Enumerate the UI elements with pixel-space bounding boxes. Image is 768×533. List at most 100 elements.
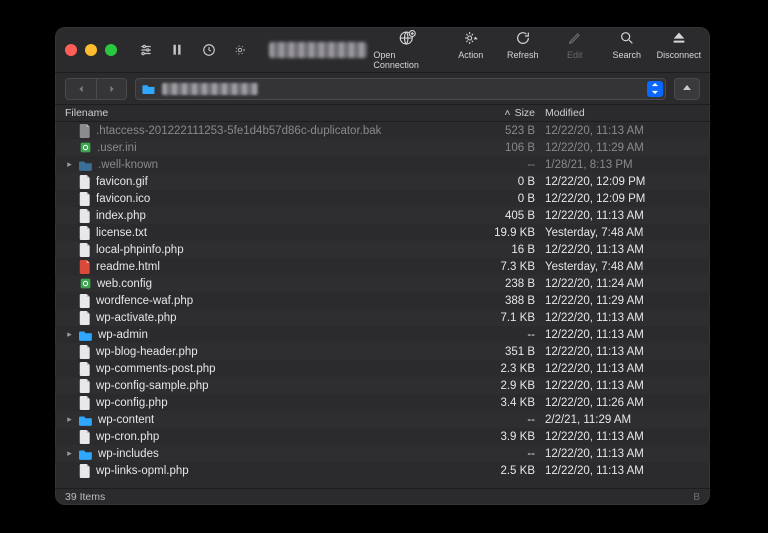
file-row[interactable]: ▸favicon.gif0 B12/22/20, 12:09 PM: [55, 173, 710, 190]
file-icon: [79, 209, 91, 223]
file-row[interactable]: ▸.user.ini106 B12/22/20, 11:29 AM: [55, 139, 710, 156]
disclosure-triangle-icon[interactable]: ▸: [65, 329, 74, 340]
file-name: license.txt: [96, 227, 147, 239]
file-list[interactable]: ▸.htaccess-201222111253-5fe1d4b57d86c-du…: [55, 122, 710, 488]
path-dropdown-toggle[interactable]: [647, 81, 663, 97]
file-row[interactable]: ▸wordfence-waf.php388 B12/22/20, 11:29 A…: [55, 292, 710, 309]
window-title-obscured: [269, 42, 367, 58]
file-row[interactable]: ▸wp-comments-post.php2.3 KB12/22/20, 11:…: [55, 360, 710, 377]
file-row[interactable]: ▸.htaccess-201222111253-5fe1d4b57d86c-du…: [55, 122, 710, 139]
column-headers: Filename ˄ Size Modified: [55, 105, 710, 122]
file-modified: 12/22/20, 11:13 AM: [545, 380, 700, 392]
file-size: 2.5 KB: [485, 465, 545, 477]
disclosure-triangle-icon[interactable]: ▸: [65, 414, 74, 425]
titlebar: Open Connection Action Refresh Edit: [55, 27, 710, 73]
file-row[interactable]: ▸wp-config.php3.4 KB12/22/20, 11:26 AM: [55, 394, 710, 411]
file-icon: [79, 345, 91, 359]
col-size-label: Size: [515, 107, 535, 119]
bonjour-icon[interactable]: [228, 38, 254, 62]
file-icon: [79, 243, 91, 257]
minimize-window-button[interactable]: [85, 44, 97, 56]
file-size: --: [485, 159, 545, 171]
file-row[interactable]: ▸wp-config-sample.php2.9 KB12/22/20, 11:…: [55, 377, 710, 394]
file-row[interactable]: ▸wp-activate.php7.1 KB12/22/20, 11:13 AM: [55, 309, 710, 326]
folder-row[interactable]: ▸ wp-admin --12/22/20, 11:13 AM: [55, 326, 710, 343]
sliders-icon[interactable]: [133, 38, 159, 62]
file-size: --: [485, 414, 545, 426]
file-name: wp-content: [98, 414, 154, 426]
file-name: wp-links-opml.php: [96, 465, 189, 477]
globe-plus-icon: [398, 29, 416, 47]
folder-row[interactable]: ▸.well-known--1/28/21, 8:13 PM: [55, 156, 710, 173]
file-size: 3.4 KB: [485, 397, 545, 409]
file-size: --: [485, 329, 545, 341]
pencil-icon: [567, 29, 583, 47]
open-connection-label: Open Connection: [373, 50, 439, 70]
refresh-label: Refresh: [507, 50, 539, 60]
disconnect-button[interactable]: Disconnect: [658, 29, 700, 70]
nav-back-button[interactable]: [66, 79, 96, 99]
file-name-cell: ▸local-phpinfo.php: [65, 243, 485, 257]
file-size: 7.3 KB: [485, 261, 545, 273]
html-icon: [79, 260, 91, 274]
nav-forward-button[interactable]: [96, 79, 126, 99]
folder-row[interactable]: ▸wp-content--2/2/21, 11:29 AM: [55, 411, 710, 428]
action-label: Action: [458, 50, 483, 60]
file-name-cell: ▸wp-config.php: [65, 396, 485, 410]
col-size-header[interactable]: ˄ Size: [485, 107, 545, 119]
file-name: favicon.ico: [96, 193, 150, 205]
folder-row[interactable]: ▸wp-includes--12/22/20, 11:13 AM: [55, 445, 710, 462]
bookmarks-icon[interactable]: [165, 38, 191, 62]
path-dropdown[interactable]: [135, 78, 666, 100]
file-name-cell: ▸wp-config-sample.php: [65, 379, 485, 393]
col-modified-header[interactable]: Modified: [545, 107, 700, 119]
file-name-cell: ▸wp-links-opml.php: [65, 464, 485, 478]
file-row[interactable]: ▸wp-blog-header.php351 B12/22/20, 11:13 …: [55, 343, 710, 360]
folder-icon: [79, 159, 93, 171]
file-size: 7.1 KB: [485, 312, 545, 324]
file-row[interactable]: ▸web.config238 B12/22/20, 11:24 AM: [55, 275, 710, 292]
file-row[interactable]: ▸license.txt19.9 KBYesterday, 7:48 AM: [55, 224, 710, 241]
file-icon: [79, 226, 91, 240]
go-up-button[interactable]: [674, 78, 700, 100]
file-row[interactable]: ▸favicon.ico0 B12/22/20, 12:09 PM: [55, 190, 710, 207]
file-modified: 12/22/20, 11:13 AM: [545, 346, 700, 358]
file-row[interactable]: ▸index.php405 B12/22/20, 11:13 AM: [55, 207, 710, 224]
close-window-button[interactable]: [65, 44, 77, 56]
folder-icon: [79, 329, 93, 341]
maximize-window-button[interactable]: [105, 44, 117, 56]
disclosure-triangle-icon[interactable]: ▸: [65, 448, 74, 459]
file-modified: 12/22/20, 11:13 AM: [545, 465, 700, 477]
file-modified: 1/28/21, 8:13 PM: [545, 159, 700, 171]
file-icon: [79, 192, 91, 206]
search-button[interactable]: Search: [606, 29, 648, 70]
file-name: wp-admin: [98, 329, 148, 341]
file-size: 238 B: [485, 278, 545, 290]
file-name: wp-config-sample.php: [96, 380, 209, 392]
file-row[interactable]: ▸wp-links-opml.php2.5 KB12/22/20, 11:13 …: [55, 462, 710, 479]
file-modified: 12/22/20, 11:13 AM: [545, 210, 700, 222]
file-row[interactable]: ▸local-phpinfo.php16 B12/22/20, 11:13 AM: [55, 241, 710, 258]
action-menu-button[interactable]: Action: [450, 29, 492, 70]
file-size: --: [485, 448, 545, 460]
file-modified: 12/22/20, 11:13 AM: [545, 329, 700, 341]
file-name-cell: ▸ wp-content: [65, 414, 485, 426]
file-modified: 12/22/20, 11:13 AM: [545, 363, 700, 375]
file-name: readme.html: [96, 261, 160, 273]
edit-button[interactable]: Edit: [554, 29, 596, 70]
file-row[interactable]: ▸wp-cron.php3.9 KB12/22/20, 11:13 AM: [55, 428, 710, 445]
file-icon: [79, 294, 91, 308]
file-modified: 12/22/20, 11:29 AM: [545, 142, 700, 154]
file-row[interactable]: ▸readme.html7.3 KBYesterday, 7:48 AM: [55, 258, 710, 275]
file-name: wp-cron.php: [96, 431, 159, 443]
file-size: 351 B: [485, 346, 545, 358]
file-name-cell: ▸.htaccess-201222111253-5fe1d4b57d86c-du…: [65, 124, 485, 138]
refresh-button[interactable]: Refresh: [502, 29, 544, 70]
disclosure-triangle-icon[interactable]: ▸: [65, 159, 74, 170]
col-filename-header[interactable]: Filename: [65, 107, 485, 119]
file-name-cell: ▸wp-activate.php: [65, 311, 485, 325]
file-name: local-phpinfo.php: [96, 244, 184, 256]
open-connection-button[interactable]: Open Connection: [373, 29, 439, 70]
history-icon[interactable]: [196, 38, 222, 62]
file-name: wp-blog-header.php: [96, 346, 198, 358]
